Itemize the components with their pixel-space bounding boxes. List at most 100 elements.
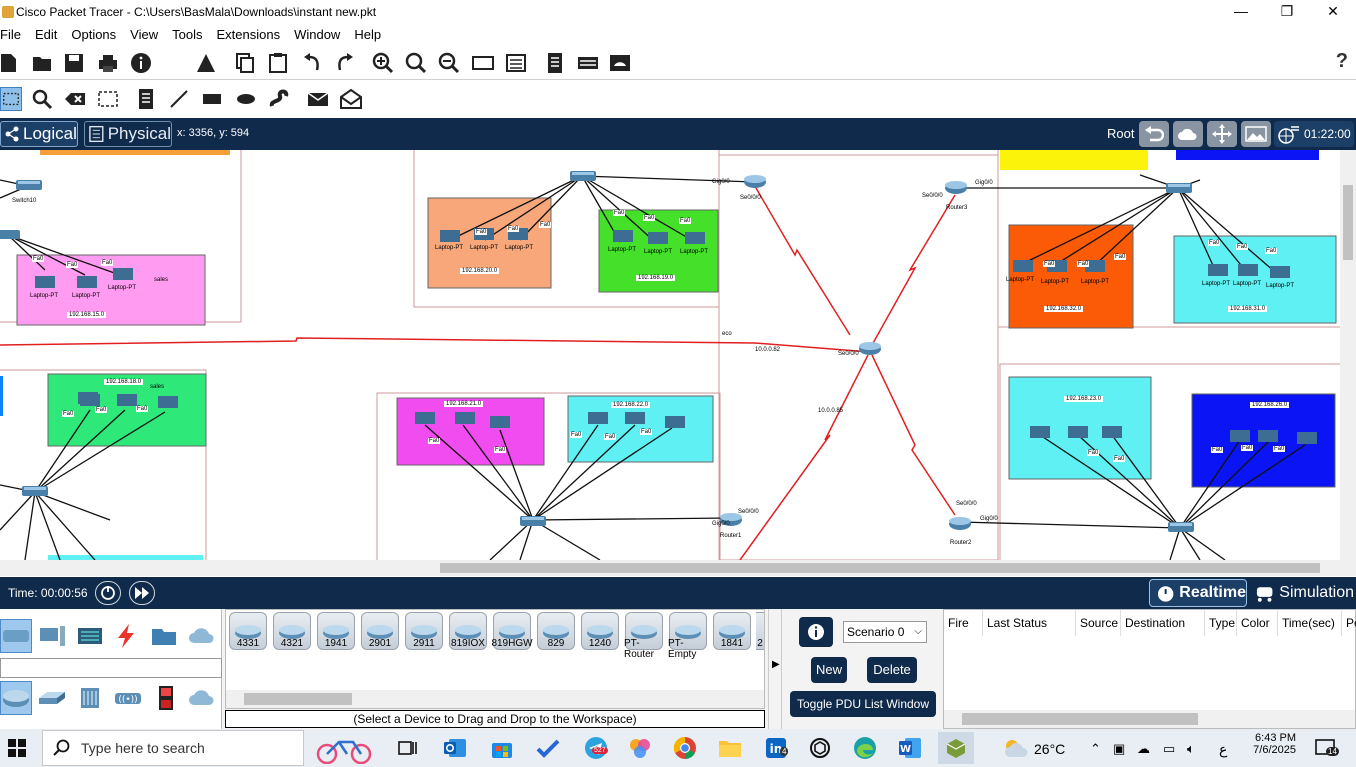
info-icon[interactable]	[129, 51, 153, 75]
switch-icon[interactable]	[1166, 183, 1192, 193]
realtime-mode-button[interactable]: Realtime	[1149, 579, 1247, 607]
draw-line-icon[interactable]	[167, 87, 191, 111]
meet-now-icon[interactable]: ▣	[1113, 741, 1125, 757]
scenario-info-icon[interactable]	[799, 617, 833, 647]
windows-start-icon[interactable]	[8, 739, 26, 760]
device-1841[interactable]: 1841	[712, 612, 752, 652]
multiuser-cloud-icon[interactable]	[186, 622, 218, 650]
add-complex-pdu-icon[interactable]	[339, 87, 363, 111]
scenario-select[interactable]: Scenario 0 ⌵	[843, 621, 927, 643]
device-1941[interactable]: 1941	[316, 612, 356, 652]
minimize-button[interactable]: —	[1218, 0, 1264, 24]
router-icon[interactable]	[949, 517, 971, 530]
scrollbar-thumb[interactable]	[244, 693, 352, 705]
activity-wizard-icon[interactable]	[194, 51, 218, 75]
print-icon[interactable]	[96, 51, 120, 75]
freeform-icon[interactable]	[267, 87, 291, 111]
save-icon[interactable]	[62, 51, 86, 75]
device-819iox[interactable]: 819IOX	[448, 612, 488, 652]
device-4331[interactable]: 4331	[228, 612, 268, 652]
power-cycle-icon[interactable]	[95, 581, 121, 605]
delete-scenario-button[interactable]: Delete	[867, 657, 917, 683]
resize-shape-icon[interactable]	[96, 87, 120, 111]
switch-icon[interactable]	[520, 516, 546, 526]
paste-icon[interactable]	[266, 51, 290, 75]
volume-icon[interactable]: 🔈︎	[1187, 741, 1195, 757]
device-829[interactable]: 829	[536, 612, 576, 652]
toggle-pdu-list-button[interactable]: Toggle PDU List Window	[790, 691, 936, 717]
add-simple-pdu-icon[interactable]	[306, 87, 330, 111]
zoom-reset-icon[interactable]	[404, 51, 428, 75]
menu-help[interactable]: Help	[354, 27, 389, 42]
end-devices-icon[interactable]	[36, 622, 68, 650]
word-icon[interactable]: W	[896, 735, 924, 761]
new-scenario-button[interactable]: New	[811, 657, 847, 683]
help-icon[interactable]: ?	[1336, 50, 1348, 73]
tab-physical[interactable]: Physical	[84, 121, 172, 147]
screenshot-icon[interactable]	[608, 51, 632, 75]
notifications-icon[interactable]: 14	[1312, 735, 1340, 761]
weather-icon[interactable]	[1001, 735, 1029, 761]
pdu-col-type[interactable]: Type	[1205, 610, 1237, 636]
back-icon[interactable]	[1139, 121, 1169, 147]
wan-emulation-icon[interactable]	[186, 684, 218, 712]
notes-icon[interactable]	[543, 51, 567, 75]
logical-workspace[interactable]: 192.168.20.0 192.168.19.0 192.168.15.0 1…	[0, 150, 1340, 560]
menu-file[interactable]: File	[0, 27, 29, 42]
task-view-icon[interactable]	[394, 735, 422, 761]
wireless-category-icon[interactable]: ((•))	[112, 684, 144, 712]
menu-edit[interactable]: Edit	[35, 27, 65, 42]
switch-category-icon[interactable]	[36, 684, 68, 712]
open-folder-icon[interactable]	[30, 51, 54, 75]
colorful-app-icon[interactable]	[626, 735, 654, 761]
switch-icon[interactable]	[16, 180, 42, 190]
miscellaneous-icon[interactable]	[148, 622, 180, 650]
scrollbar-thumb[interactable]	[1343, 185, 1353, 260]
security-category-icon[interactable]	[150, 684, 182, 712]
router-category-icon[interactable]	[0, 684, 32, 712]
pdu-col-last-status[interactable]: Last Status	[983, 610, 1076, 636]
packet-tracer-taskbar-icon[interactable]	[938, 732, 974, 764]
menu-options[interactable]: Options	[71, 27, 124, 42]
topology-canvas[interactable]	[0, 150, 1340, 560]
chrome-icon[interactable]	[671, 735, 699, 761]
components-icon[interactable]	[74, 622, 106, 650]
cluster-cloud-icon[interactable]	[1173, 121, 1203, 147]
device-2911[interactable]: 2911	[404, 612, 444, 652]
edge-icon[interactable]	[851, 735, 879, 761]
redo-icon[interactable]	[333, 51, 357, 75]
maximize-button[interactable]: ❐	[1264, 0, 1310, 24]
workspace-vertical-scrollbar[interactable]	[1340, 150, 1356, 560]
draw-rectangle-icon[interactable]	[200, 87, 224, 111]
taskbar-search[interactable]: Type here to search	[42, 730, 372, 766]
undo-icon[interactable]	[300, 51, 324, 75]
place-note-icon[interactable]	[134, 87, 158, 111]
pdu-col-time[interactable]: Time(sec)	[1278, 610, 1342, 636]
select-tool-icon[interactable]	[0, 87, 22, 111]
draw-ellipse-icon[interactable]	[234, 87, 258, 111]
delete-tool-icon[interactable]	[63, 87, 87, 111]
pdu-col-fire[interactable]: Fire	[944, 610, 983, 636]
outlook-icon[interactable]	[441, 735, 469, 761]
router-icon[interactable]	[859, 342, 881, 355]
microsoft-store-icon[interactable]	[488, 735, 516, 761]
switch-icon[interactable]	[0, 230, 20, 239]
fast-forward-icon[interactable]	[129, 581, 155, 605]
zoom-out-icon[interactable]	[437, 51, 461, 75]
set-background-icon[interactable]	[1241, 121, 1271, 147]
device-2901[interactable]: 2901	[360, 612, 400, 652]
device-list-scrollbar[interactable]	[226, 690, 764, 708]
menu-tools[interactable]: Tools	[172, 27, 210, 42]
linkedin-icon[interactable]: in 4	[762, 735, 790, 761]
menu-window[interactable]: Window	[294, 27, 348, 42]
taskbar-clock[interactable]: 6:43 PM 7/6/2025	[1250, 732, 1296, 756]
switch-icon[interactable]	[570, 171, 596, 181]
device-pt-empty[interactable]: PT-Empty	[668, 612, 708, 660]
pdu-panel-toggle[interactable]: ▶	[768, 609, 782, 729]
scrollbar-thumb[interactable]	[440, 563, 1320, 573]
switch-icon[interactable]	[1168, 522, 1194, 532]
close-button[interactable]: ✕	[1310, 0, 1356, 24]
chatgpt-icon[interactable]	[806, 735, 834, 761]
custom-device-icon[interactable]	[504, 51, 528, 75]
router-icon[interactable]	[945, 181, 967, 194]
